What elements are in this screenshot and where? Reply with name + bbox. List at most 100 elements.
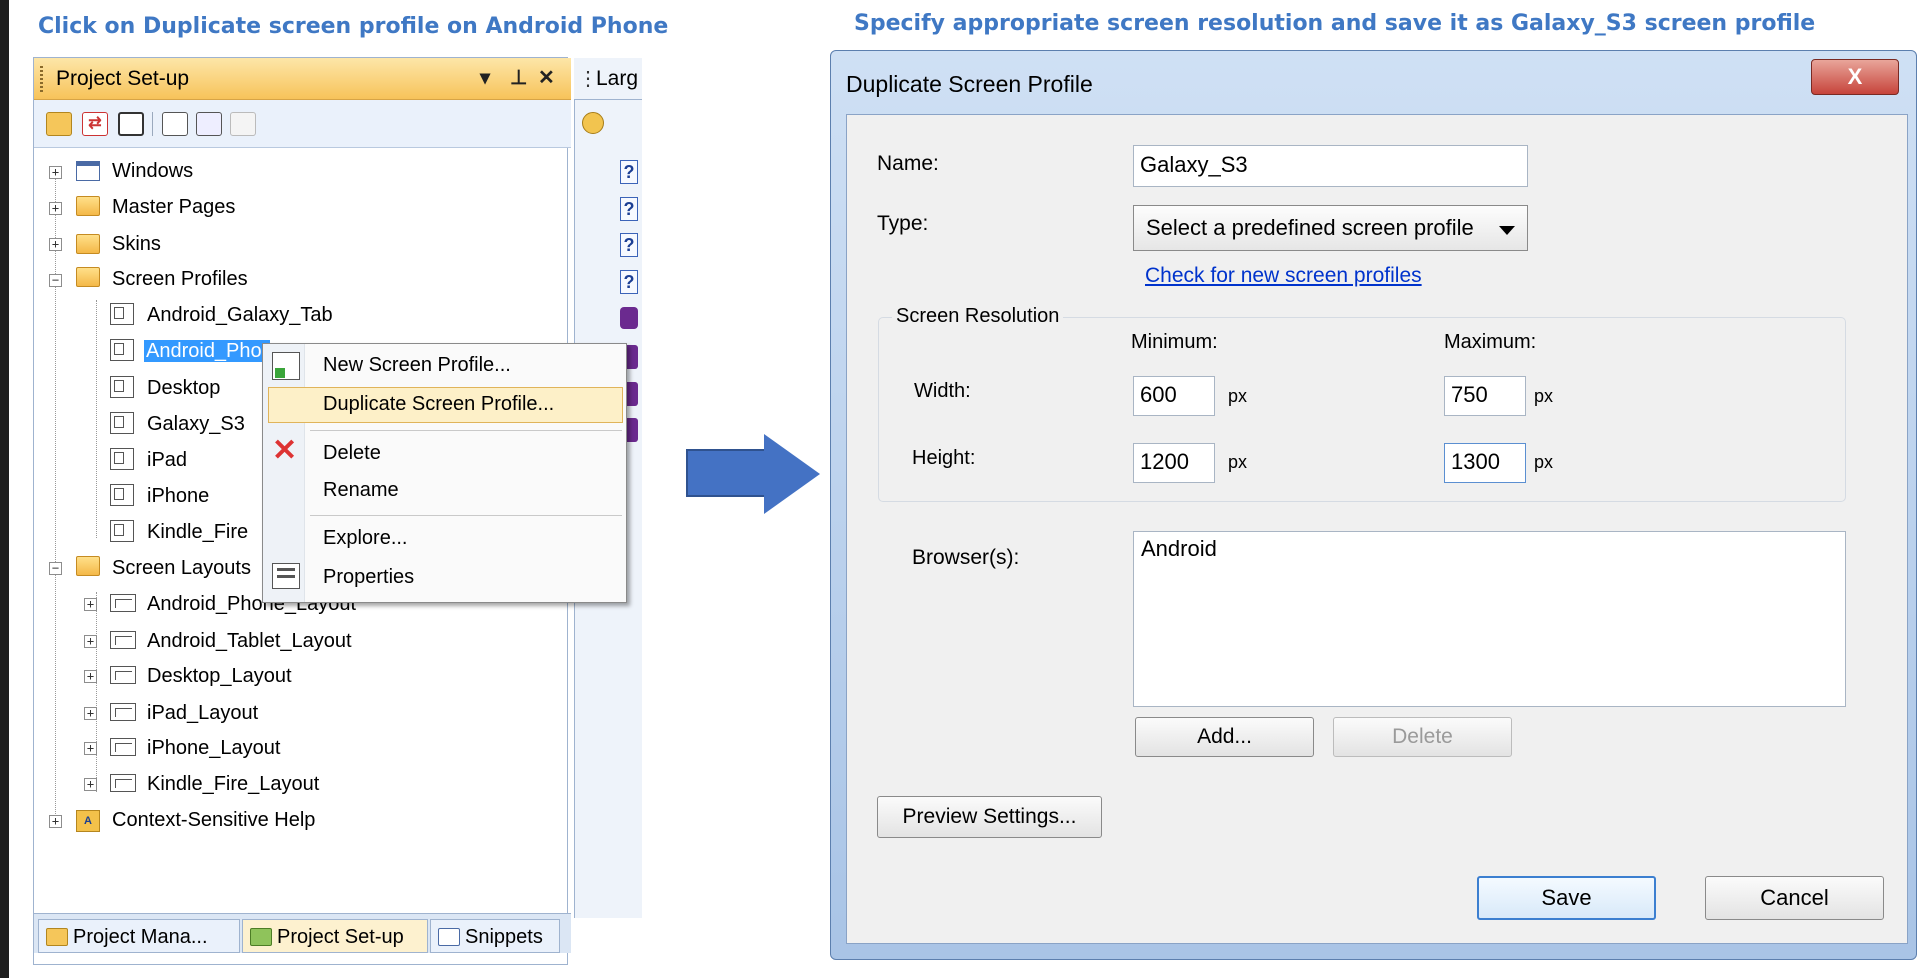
tab-project-manager[interactable]: Project Mana... xyxy=(38,919,240,953)
maximum-label: Maximum: xyxy=(1444,331,1537,353)
tree-item-kindle-fire-layout[interactable]: Kindle_Fire_Layout xyxy=(147,770,319,798)
left-caption: Click on Duplicate screen profile on And… xyxy=(38,14,669,39)
expand-toggle[interactable]: + xyxy=(49,815,62,828)
new-item-icon[interactable] xyxy=(46,112,72,136)
tree-item-android-phone-label: Android_Phor xyxy=(144,340,271,362)
new-screen-profile-icon xyxy=(272,352,300,380)
tree-item-context-sensitive-help[interactable]: Context-Sensitive Help xyxy=(112,806,315,834)
tree-item-kindle-fire[interactable]: Kindle_Fire xyxy=(147,518,248,546)
browsers-label: Browser(s): xyxy=(912,546,1020,569)
tab-snippets[interactable]: Snippets xyxy=(430,919,560,953)
master-pages-icon xyxy=(76,196,100,216)
dropdown-arrow-icon[interactable]: ▾ xyxy=(480,65,490,90)
name-field[interactable]: Galaxy_S3 xyxy=(1133,145,1528,187)
tree-item-screen-profiles[interactable]: Screen Profiles xyxy=(112,265,248,293)
toolbar-separator xyxy=(152,112,153,136)
book-icon[interactable] xyxy=(582,112,604,134)
menu-item-rename[interactable]: Rename xyxy=(323,473,399,507)
question-icon: ? xyxy=(620,197,638,221)
tab-label: Project Set-up xyxy=(277,926,404,948)
tree-item-desktop[interactable]: Desktop xyxy=(147,374,220,402)
list-item[interactable]: Android xyxy=(1141,536,1217,562)
screen-resolution-title: Screen Resolution xyxy=(892,305,1064,328)
tree-item-android-phone[interactable]: Android_Phor xyxy=(144,337,271,365)
screen-profile-icon xyxy=(110,448,134,470)
profile-preview-icon[interactable] xyxy=(196,112,222,136)
add-profile-icon[interactable] xyxy=(162,112,188,136)
screen-profile-icon xyxy=(110,376,134,398)
type-select[interactable]: Select a predefined screen profile xyxy=(1133,205,1528,251)
max-height-field[interactable]: 1300 xyxy=(1444,443,1526,483)
tree-item-skins[interactable]: Skins xyxy=(112,230,161,258)
refresh-icon[interactable]: ⇄ xyxy=(82,112,108,136)
min-height-unit: px xyxy=(1228,452,1248,472)
tree-item-ipad[interactable]: iPad xyxy=(147,446,187,474)
panel-title: Project Set-up xyxy=(56,67,190,90)
tree-item-galaxy-s3[interactable]: Galaxy_S3 xyxy=(147,410,245,438)
screen-profile-icon xyxy=(110,412,134,434)
collapse-toggle[interactable]: − xyxy=(49,562,62,575)
collapse-toggle[interactable]: − xyxy=(49,274,62,287)
screen-profiles-folder-icon xyxy=(76,267,100,287)
screen-resolution-group xyxy=(878,317,1846,502)
tree-item-master-pages[interactable]: Master Pages xyxy=(112,193,235,221)
browsers-list[interactable]: Android xyxy=(1133,531,1846,707)
menu-item-delete[interactable]: Delete xyxy=(323,436,381,470)
question-icon: ? xyxy=(620,233,638,257)
delete-browser-button[interactable]: Delete xyxy=(1333,717,1512,757)
dialog-close-button[interactable]: X xyxy=(1811,59,1899,95)
tab-label: Snippets xyxy=(465,926,543,948)
tree-item-iphone-layout[interactable]: iPhone_Layout xyxy=(147,734,280,762)
expand-toggle[interactable]: + xyxy=(49,238,62,251)
panel-toolbar: ⇄ xyxy=(34,100,571,148)
menu-item-new-screen-profile[interactable]: New Screen Profile... xyxy=(323,348,511,382)
cancel-button[interactable]: Cancel xyxy=(1705,876,1884,920)
add-browser-button[interactable]: Add... xyxy=(1135,717,1314,757)
context-menu xyxy=(262,343,627,603)
tree-item-android-tablet-layout[interactable]: Android_Tablet_Layout xyxy=(147,627,352,655)
expand-toggle[interactable]: + xyxy=(84,778,97,791)
arrow-right-icon-head xyxy=(764,434,820,514)
save-button[interactable]: Save xyxy=(1477,876,1656,920)
left-edge-bar xyxy=(0,0,9,978)
tree-item-ipad-layout[interactable]: iPad_Layout xyxy=(147,699,258,727)
tree-item-android-galaxy-tab[interactable]: Android_Galaxy_Tab xyxy=(147,301,333,329)
expand-toggle[interactable]: + xyxy=(84,670,97,683)
expand-toggle[interactable]: + xyxy=(84,635,97,648)
right-caption: Specify appropriate screen resolution an… xyxy=(854,11,1816,36)
min-height-field[interactable]: 1200 xyxy=(1133,443,1215,483)
window-icon[interactable] xyxy=(118,112,144,136)
pin-icon[interactable]: ⊥ xyxy=(510,65,527,90)
max-width-unit: px xyxy=(1534,386,1554,406)
check-new-profiles-link[interactable]: Check for new screen profiles xyxy=(1145,264,1422,288)
max-width-field[interactable]: 750 xyxy=(1444,376,1526,416)
menu-separator xyxy=(310,515,622,516)
preview-settings-button[interactable]: Preview Settings... xyxy=(877,796,1102,838)
expand-toggle[interactable]: + xyxy=(49,202,62,215)
tree-item-screen-layouts[interactable]: Screen Layouts xyxy=(112,554,251,582)
expand-toggle[interactable]: + xyxy=(84,707,97,720)
screen-layout-icon xyxy=(110,594,136,612)
skins-icon xyxy=(76,234,100,254)
folder-icon xyxy=(46,928,68,946)
grip-handle[interactable] xyxy=(40,66,43,92)
min-width-field[interactable]: 600 xyxy=(1133,376,1215,416)
menu-item-properties[interactable]: Properties xyxy=(323,560,414,594)
tree-connector xyxy=(55,172,56,822)
screen-layout-icon xyxy=(110,703,136,721)
tree-item-iphone[interactable]: iPhone xyxy=(147,482,209,510)
menu-item-duplicate-screen-profile[interactable]: Duplicate Screen Profile... xyxy=(323,387,554,421)
screen-layout-icon xyxy=(110,774,136,792)
secondary-panel-tab[interactable]: ⋮ Larg xyxy=(574,58,642,100)
screen-profile-icon xyxy=(110,484,134,506)
menu-item-explore[interactable]: Explore... xyxy=(323,521,407,555)
close-icon[interactable]: ✕ xyxy=(538,65,555,90)
screen-layout-icon xyxy=(110,631,136,649)
expand-toggle[interactable]: + xyxy=(49,166,62,179)
tab-project-setup[interactable]: Project Set-up xyxy=(242,919,428,953)
expand-toggle[interactable]: + xyxy=(84,598,97,611)
expand-toggle[interactable]: + xyxy=(84,742,97,755)
tree-item-desktop-layout[interactable]: Desktop_Layout xyxy=(147,662,292,690)
project-setup-icon xyxy=(250,928,272,946)
tree-item-windows[interactable]: Windows xyxy=(112,157,193,185)
